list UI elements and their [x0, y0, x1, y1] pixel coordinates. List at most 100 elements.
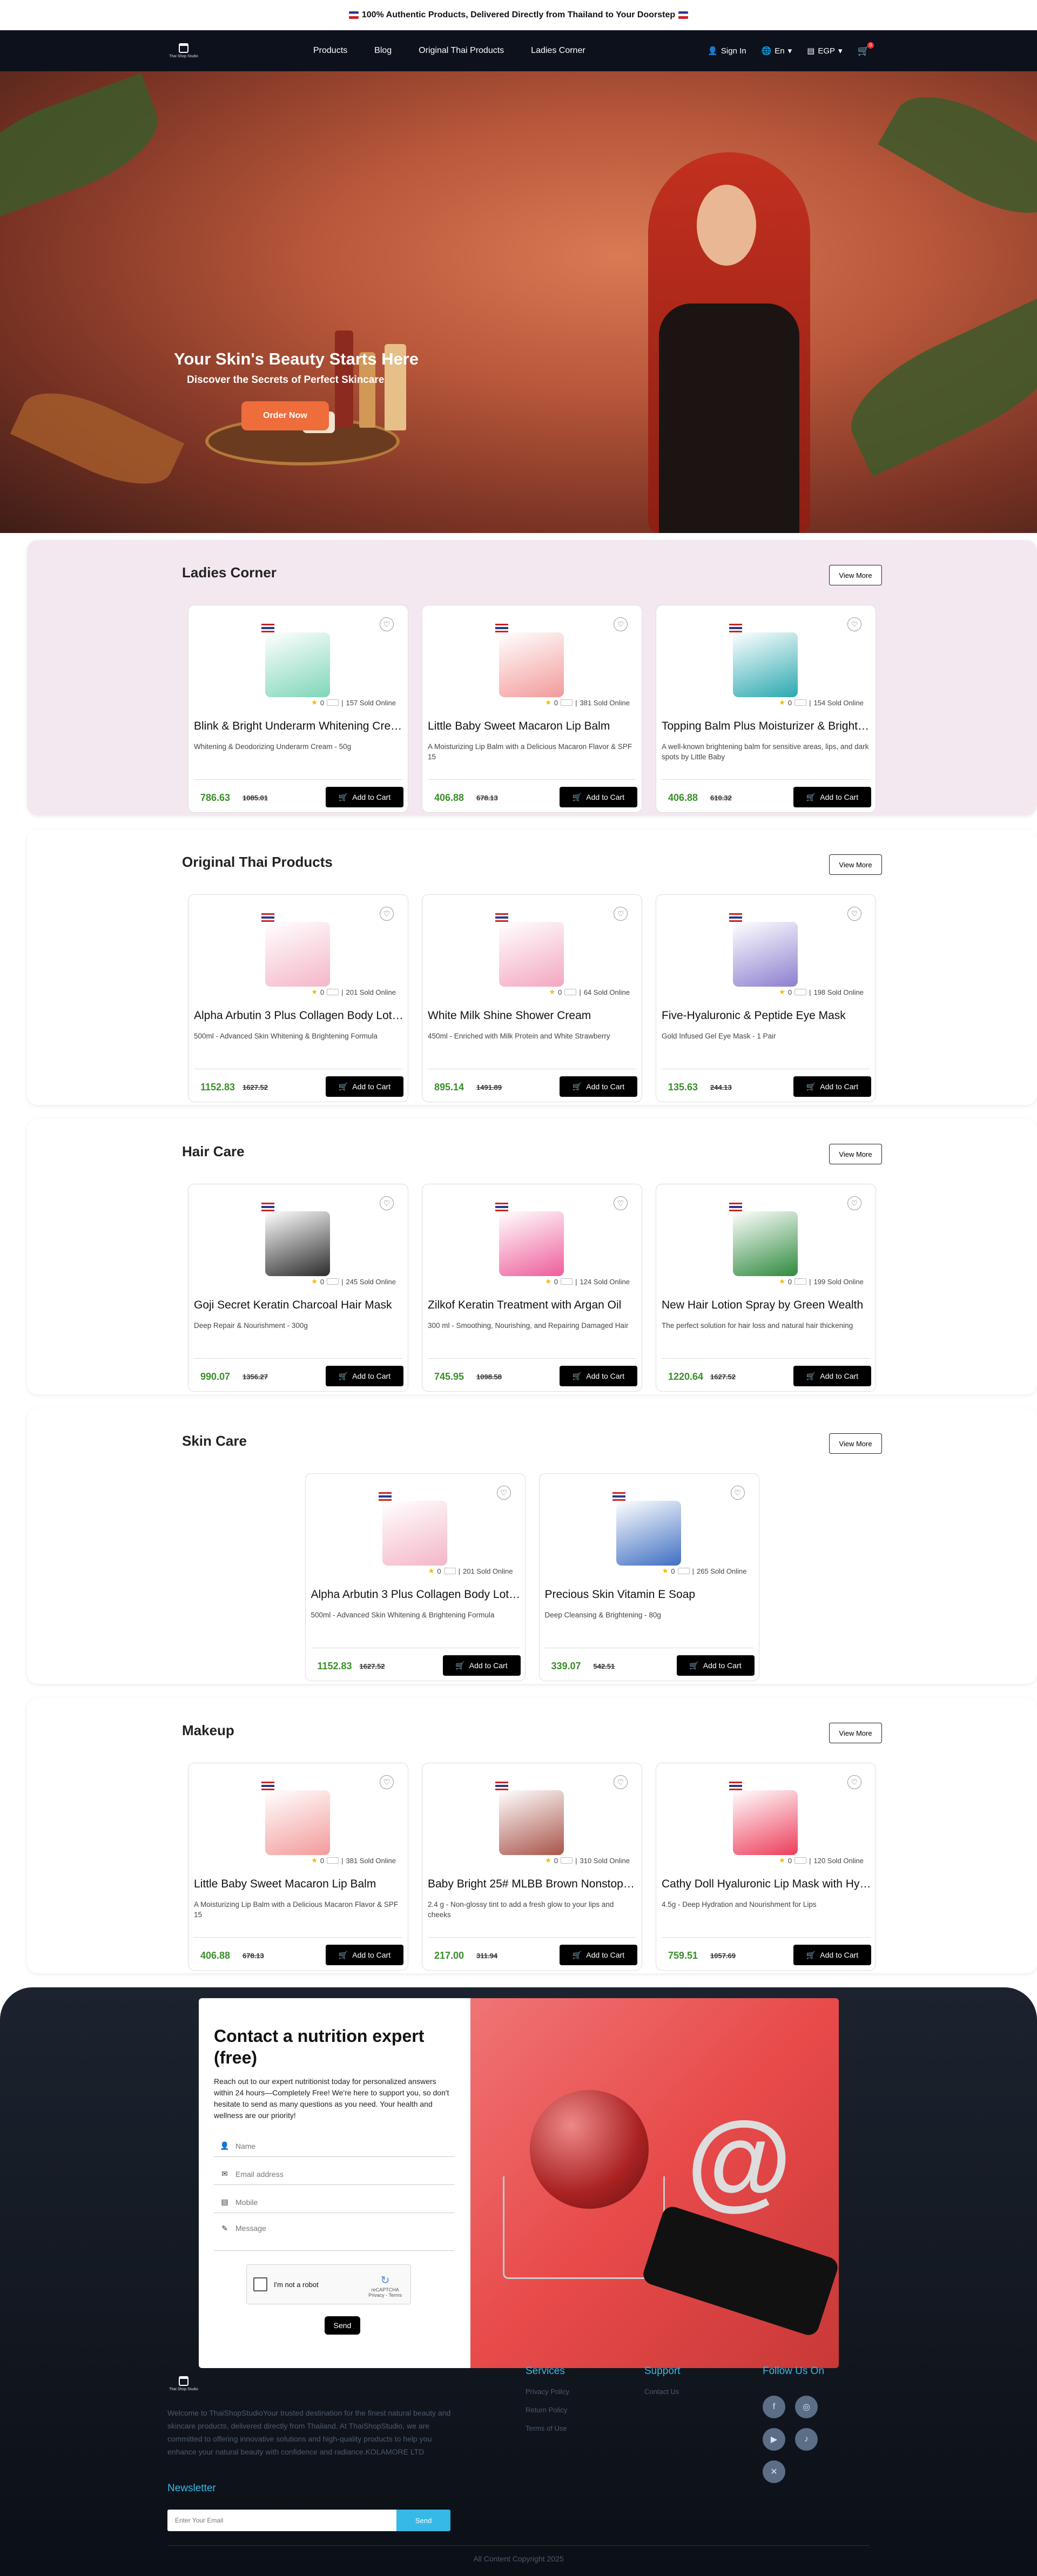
- product-name[interactable]: New Hair Lotion Spray by Green Wealth: [662, 1299, 871, 1312]
- product-name[interactable]: Cathy Doll Hyaluronic Lip Mask with Hyal…: [662, 1878, 871, 1891]
- product-card[interactable]: ♡ ★ 0 | 124 Sold Online Zilkof Keratin Treatm…: [422, 1184, 642, 1392]
- product-card[interactable]: ♡ ★ 0 | 381 Sold Online Little Baby Sweet Mac…: [422, 605, 642, 813]
- mobile-field[interactable]: ▤ Mobile: [214, 2191, 454, 2213]
- product-card[interactable]: ♡ ★ 0 | 201 Sold Online Alpha Arbutin 3 Plus …: [188, 894, 408, 1102]
- footer-logo[interactable]: Thai Shop Studio: [167, 2371, 200, 2397]
- wishlist-heart-icon[interactable]: ♡: [380, 1196, 394, 1210]
- view-more-button[interactable]: View More: [829, 1144, 882, 1164]
- order-now-button[interactable]: Order Now: [241, 401, 329, 430]
- add-to-cart-button[interactable]: 🛒 Add to Cart: [326, 1366, 403, 1386]
- twitter-icon[interactable]: ✕: [763, 2460, 785, 2483]
- add-to-cart-button[interactable]: 🛒 Add to Cart: [442, 1655, 521, 1676]
- tiktok-icon[interactable]: ♪: [795, 2428, 818, 2451]
- product-name[interactable]: Alpha Arbutin 3 Plus Collagen Body Lotio…: [311, 1588, 521, 1601]
- youtube-icon[interactable]: ▶: [763, 2428, 785, 2451]
- add-to-cart-button[interactable]: 🛒 Add to Cart: [793, 1076, 871, 1097]
- nav-link-products[interactable]: Products: [313, 46, 347, 56]
- add-to-cart-button[interactable]: 🛒 Add to Cart: [560, 1366, 637, 1386]
- add-to-cart-button[interactable]: 🛒 Add to Cart: [326, 1945, 403, 1965]
- wishlist-heart-icon[interactable]: ♡: [380, 907, 394, 921]
- product-name[interactable]: White Milk Shine Shower Cream: [428, 1009, 637, 1022]
- product-image[interactable]: [733, 632, 798, 697]
- newsletter-email-input[interactable]: [167, 2510, 396, 2531]
- product-image[interactable]: [265, 1790, 330, 1855]
- product-name[interactable]: Baby Bright 25# MLBB Brown Nonstop Lip &…: [428, 1878, 637, 1891]
- product-card[interactable]: ♡ ★ 0 | 310 Sold Online Baby Bright 25# MLBB …: [422, 1763, 642, 1971]
- wishlist-heart-icon[interactable]: ♡: [847, 1196, 861, 1210]
- wishlist-heart-icon[interactable]: ♡: [847, 617, 861, 631]
- product-name[interactable]: Five-Hyaluronic & Peptide Eye Mask: [662, 1009, 871, 1022]
- newsletter-send-button[interactable]: Send: [396, 2510, 450, 2531]
- add-to-cart-button[interactable]: 🛒 Add to Cart: [560, 1945, 637, 1965]
- product-image[interactable]: [499, 1790, 564, 1855]
- nav-link-ladies-corner[interactable]: Ladies Corner: [531, 46, 585, 56]
- product-card[interactable]: ♡ ★ 0 | 199 Sold Online New Hair Lotion Spray…: [656, 1184, 876, 1392]
- return-policy-link[interactable]: Return Policy: [526, 2406, 569, 2414]
- email-field[interactable]: ✉ Email address: [214, 2163, 454, 2185]
- product-card[interactable]: ♡ ★ 0 | 198 Sold Online Five-Hyaluronic & Pep…: [656, 894, 876, 1102]
- product-card[interactable]: ♡ ★ 0 | 245 Sold Online Goji Secret Keratin C…: [188, 1184, 408, 1392]
- wishlist-heart-icon[interactable]: ♡: [730, 1486, 745, 1500]
- wishlist-heart-icon[interactable]: ♡: [380, 1775, 394, 1789]
- wishlist-heart-icon[interactable]: ♡: [847, 1775, 861, 1789]
- product-image[interactable]: [733, 1790, 798, 1855]
- add-to-cart-button[interactable]: 🛒 Add to Cart: [793, 787, 871, 807]
- add-to-cart-button[interactable]: 🛒 Add to Cart: [560, 787, 637, 807]
- wishlist-heart-icon[interactable]: ♡: [614, 1775, 628, 1789]
- instagram-icon[interactable]: ◎: [795, 2396, 818, 2418]
- nav-link-original-thai-products[interactable]: Original Thai Products: [419, 46, 504, 56]
- product-card[interactable]: ♡ ★ 0 | 201 Sold Online Alpha Arbutin 3 Plus …: [305, 1473, 526, 1681]
- message-field[interactable]: ✎ Message: [214, 2220, 454, 2251]
- product-name[interactable]: Little Baby Sweet Macaron Lip Balm: [194, 1878, 403, 1891]
- add-to-cart-button[interactable]: 🛒 Add to Cart: [326, 1076, 403, 1097]
- product-card[interactable]: ♡ ★ 0 | 120 Sold Online Cathy Doll Hyaluronic…: [656, 1763, 876, 1971]
- view-more-button[interactable]: View More: [829, 1723, 882, 1743]
- terms-of-use-link[interactable]: Terms of Use: [526, 2424, 569, 2432]
- wishlist-heart-icon[interactable]: ♡: [380, 617, 394, 631]
- wishlist-heart-icon[interactable]: ♡: [614, 1196, 628, 1210]
- wishlist-heart-icon[interactable]: ♡: [614, 907, 628, 921]
- product-name[interactable]: Blink & Bright Underarm Whitening Cream: [194, 720, 403, 733]
- product-card[interactable]: ♡ ★ 0 | 64 Sold Online White Milk Shine Showe…: [422, 894, 642, 1102]
- add-to-cart-button[interactable]: 🛒 Add to Cart: [793, 1945, 871, 1965]
- wishlist-heart-icon[interactable]: ♡: [847, 907, 861, 921]
- privacy-policy-link[interactable]: Privacy Policy: [526, 2388, 569, 2396]
- product-name[interactable]: Zilkof Keratin Treatment with Argan Oil: [428, 1299, 637, 1312]
- view-more-button[interactable]: View More: [829, 1433, 882, 1454]
- product-image[interactable]: [499, 1211, 564, 1276]
- add-to-cart-button[interactable]: 🛒 Add to Cart: [793, 1366, 871, 1386]
- product-card[interactable]: ♡ ★ 0 | 157 Sold Online Blink & Bright Undera…: [188, 605, 408, 813]
- product-image[interactable]: [265, 632, 330, 697]
- name-field[interactable]: 👤 Name: [214, 2135, 454, 2157]
- recaptcha-checkbox[interactable]: [253, 2277, 267, 2291]
- product-name[interactable]: Little Baby Sweet Macaron Lip Balm: [428, 720, 637, 733]
- product-image[interactable]: [499, 632, 564, 697]
- wishlist-heart-icon[interactable]: ♡: [614, 617, 628, 631]
- product-name[interactable]: Goji Secret Keratin Charcoal Hair Mask: [194, 1299, 403, 1312]
- product-image[interactable]: [616, 1501, 681, 1566]
- wishlist-heart-icon[interactable]: ♡: [496, 1486, 511, 1500]
- product-name[interactable]: Topping Balm Plus Moisturizer & Brighten…: [662, 720, 871, 733]
- send-button[interactable]: Send: [325, 2316, 360, 2335]
- facebook-icon[interactable]: f: [763, 2396, 785, 2418]
- view-more-button[interactable]: View More: [829, 565, 882, 585]
- product-image[interactable]: [499, 922, 564, 987]
- site-logo[interactable]: Thai Shop Studio: [167, 38, 200, 64]
- contact-us-link[interactable]: Contact Us: [644, 2388, 681, 2396]
- product-name[interactable]: Precious Skin Vitamin E Soap: [545, 1588, 755, 1601]
- product-image[interactable]: [265, 1211, 330, 1276]
- sign-in-button[interactable]: 👤 Sign In: [708, 46, 746, 56]
- nav-link-blog[interactable]: Blog: [374, 46, 392, 56]
- recaptcha-terms[interactable]: Privacy - Terms: [368, 2292, 402, 2298]
- product-card[interactable]: ♡ ★ 0 | 381 Sold Online Little Baby Sweet Mac…: [188, 1763, 408, 1971]
- product-card[interactable]: ♡ ★ 0 | 154 Sold Online Topping Balm Plus Moi…: [656, 605, 876, 813]
- product-image[interactable]: [265, 922, 330, 987]
- product-image[interactable]: [733, 1211, 798, 1276]
- product-image[interactable]: [733, 922, 798, 987]
- view-more-button[interactable]: View More: [829, 854, 882, 875]
- product-card[interactable]: ♡ ★ 0 | 265 Sold Online Precious Skin Vitamin…: [538, 1473, 759, 1681]
- currency-selector[interactable]: ▤ EGP ▾: [807, 46, 842, 56]
- product-image[interactable]: [382, 1501, 447, 1566]
- add-to-cart-button[interactable]: 🛒 Add to Cart: [326, 787, 403, 807]
- product-name[interactable]: Alpha Arbutin 3 Plus Collagen Body Lotio…: [194, 1009, 403, 1022]
